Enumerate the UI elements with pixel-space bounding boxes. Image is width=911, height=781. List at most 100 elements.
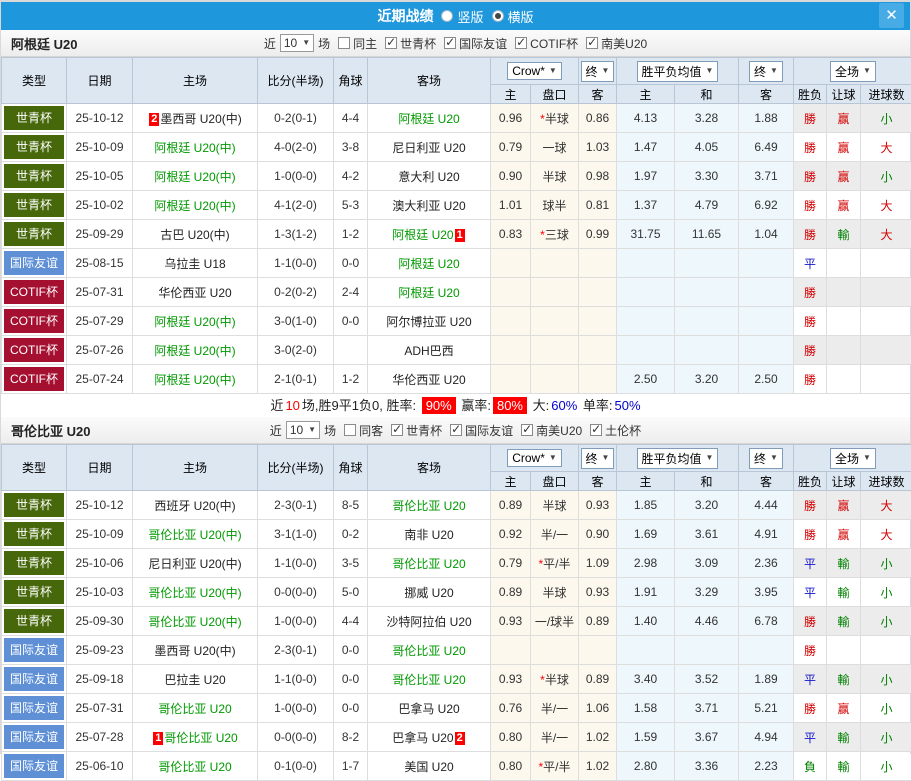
col-crow-home: 主 xyxy=(491,472,531,491)
comp-checkbox-worldcup[interactable] xyxy=(385,37,397,49)
competition-cell: COTIF杯 xyxy=(2,365,67,394)
odds-value: 3.52 xyxy=(695,672,718,686)
match-row: 世青杯25-10-03哥伦比亚 U20(中)0-0(0-0)5-0挪威 U200… xyxy=(2,578,911,607)
date-cell: 25-10-12 xyxy=(67,104,133,133)
corner-cell: 5-0 xyxy=(334,578,368,607)
same-venue-label[interactable]: 同主 xyxy=(353,35,377,52)
result-text: 大 xyxy=(881,228,893,242)
handicap-line-cell: *半球 xyxy=(531,104,579,133)
layout-horizontal-radio[interactable] xyxy=(492,10,504,22)
comp-label[interactable]: 南美U20 xyxy=(601,35,647,52)
single-rate-value: 50% xyxy=(615,398,641,413)
result-text: 赢 xyxy=(837,499,849,513)
crow-home-odds: 0.96 xyxy=(491,104,531,133)
odds-value: 1.37 xyxy=(634,198,657,212)
result-goals-cell: 大 xyxy=(861,191,911,220)
home-team-cell: 2墨西哥 U20(中) xyxy=(133,104,258,133)
same-venue-checkbox[interactable] xyxy=(344,424,356,436)
comp-checkbox-cotif[interactable] xyxy=(515,37,527,49)
comp-label[interactable]: 土伦杯 xyxy=(605,422,641,439)
odds-value: 3.71 xyxy=(754,169,777,183)
col-corner: 角球 xyxy=(334,445,368,491)
wdl-average-select[interactable]: 胜平负均值▼ xyxy=(637,61,719,82)
result-goals-cell xyxy=(861,307,911,336)
avg-draw-odds: 3.36 xyxy=(675,752,739,781)
odds-value: 2.80 xyxy=(634,759,657,773)
fulltime-select[interactable]: 全场▼ xyxy=(830,448,876,469)
comp-label[interactable]: 国际友谊 xyxy=(465,422,513,439)
home-team-cell: 尼日利亚 U20(中) xyxy=(133,549,258,578)
odds-value: 1.04 xyxy=(754,227,777,241)
comp-label[interactable]: 世青杯 xyxy=(400,35,436,52)
col-avg-away: 客 xyxy=(739,472,794,491)
result-text: 赢 xyxy=(837,141,849,155)
close-icon[interactable]: ✕ xyxy=(879,3,904,28)
result-wdl-cell: 勝 xyxy=(794,520,827,549)
result-text: 輸 xyxy=(837,615,849,629)
competition-cell: 国际友谊 xyxy=(2,249,67,278)
comp-label[interactable]: COTIF杯 xyxy=(530,35,578,52)
odds-provider-select[interactable]: Crow*▼ xyxy=(507,62,562,80)
odds-value: 1.06 xyxy=(586,701,609,715)
corner-cell: 4-2 xyxy=(334,162,368,191)
comp-checkbox-friendly[interactable] xyxy=(450,424,462,436)
crow-home-odds: 0.92 xyxy=(491,520,531,549)
comp-checkbox-friendly[interactable] xyxy=(444,37,456,49)
comp-checkbox-southamerica[interactable] xyxy=(586,37,598,49)
result-handicap-cell xyxy=(827,278,861,307)
competition-cell: 世青杯 xyxy=(2,220,67,249)
layout-horizontal-label[interactable]: 横版 xyxy=(508,7,534,26)
handicap-line-cell: *平/半 xyxy=(531,752,579,781)
result-wdl-cell: 勝 xyxy=(794,694,827,723)
wdl-average-select[interactable]: 胜平负均值▼ xyxy=(637,448,719,469)
crow-final-select[interactable]: 终▼ xyxy=(581,61,615,82)
result-text: 赢 xyxy=(837,170,849,184)
avg-final-select[interactable]: 终▼ xyxy=(749,61,783,82)
result-wdl-cell: 勝 xyxy=(794,607,827,636)
crow-home-odds: 0.90 xyxy=(491,162,531,191)
match-score: 3-1(1-0) xyxy=(274,527,317,541)
layout-vertical-label[interactable]: 竖版 xyxy=(457,7,483,26)
avg-away-odds xyxy=(739,307,794,336)
comp-label[interactable]: 南美U20 xyxy=(536,422,582,439)
comp-checkbox-worldcup[interactable] xyxy=(391,424,403,436)
crow-group-header: Crow*▼ xyxy=(491,445,579,472)
comp-label[interactable]: 世青杯 xyxy=(406,422,442,439)
layout-vertical-radio[interactable] xyxy=(441,10,453,22)
recent-count-select[interactable]: 10▼ xyxy=(280,34,314,52)
crow-home-odds: 0.76 xyxy=(491,694,531,723)
away-team-name: 华伦西亚 U20 xyxy=(392,373,465,387)
result-goals-cell xyxy=(861,278,911,307)
fulltime-select[interactable]: 全场▼ xyxy=(830,61,876,82)
corner-cell: 4-4 xyxy=(334,607,368,636)
result-text: 輸 xyxy=(837,586,849,600)
result-handicap-cell xyxy=(827,365,861,394)
competition-badge: 国际友谊 xyxy=(4,667,64,691)
away-team-name: 哥伦比亚 U20 xyxy=(392,557,465,571)
corner-score: 8-5 xyxy=(342,498,359,512)
avg-away-odds: 1.04 xyxy=(739,220,794,249)
comp-checkbox-southamerica[interactable] xyxy=(521,424,533,436)
col-handicap: 盘口 xyxy=(531,472,579,491)
avg-draw-odds xyxy=(675,336,739,365)
corner-cell: 0-0 xyxy=(334,694,368,723)
match-row: 国际友谊25-08-15乌拉圭 U181-1(0-0)0-0阿根廷 U20平 xyxy=(2,249,911,278)
comp-label[interactable]: 国际友谊 xyxy=(459,35,507,52)
match-row: 世青杯25-09-29古巴 U20(中)1-3(1-2)1-2阿根廷 U2010… xyxy=(2,220,911,249)
match-row: COTIF杯25-07-29阿根廷 U20(中)3-0(1-0)0-0阿尔博拉亚… xyxy=(2,307,911,336)
result-goals-cell: 小 xyxy=(861,723,911,752)
crow-final-select[interactable]: 终▼ xyxy=(581,448,615,469)
avg-final-select[interactable]: 终▼ xyxy=(749,448,783,469)
away-team-name: 巴拿马 U20 xyxy=(398,702,459,716)
col-result-handicap: 让球 xyxy=(827,472,861,491)
result-text: 勝 xyxy=(804,141,816,155)
same-venue-label[interactable]: 同客 xyxy=(359,422,383,439)
handicap-line: 半/一 xyxy=(541,528,568,542)
comp-checkbox-toulon[interactable] xyxy=(590,424,602,436)
avg-away-odds: 3.71 xyxy=(739,162,794,191)
crow-home-odds xyxy=(491,636,531,665)
competition-badge: 世青杯 xyxy=(4,551,64,575)
odds-provider-select[interactable]: Crow*▼ xyxy=(507,449,562,467)
same-venue-checkbox[interactable] xyxy=(338,37,350,49)
recent-count-select[interactable]: 10▼ xyxy=(286,421,320,439)
